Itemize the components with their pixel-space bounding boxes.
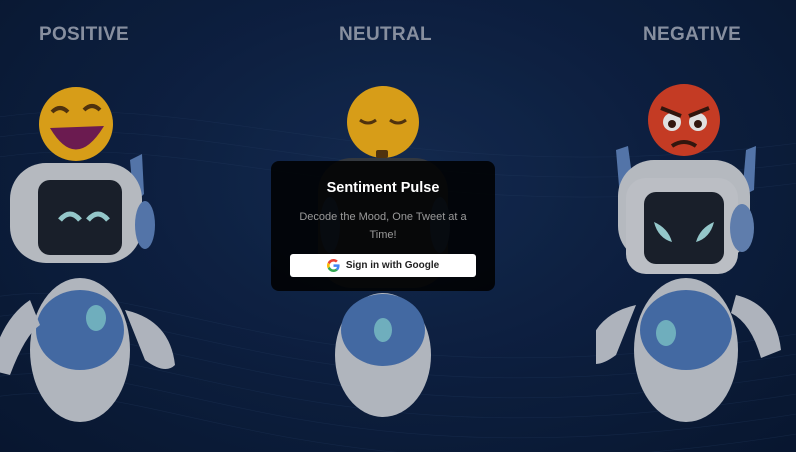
google-signin-button[interactable]: Sign in with Google [290, 254, 476, 277]
login-modal: Sentiment Pulse Decode the Mood, One Twe… [271, 161, 495, 291]
app-title: Sentiment Pulse [326, 180, 440, 196]
google-icon [326, 259, 340, 272]
google-signin-label: Sign in with Google [345, 260, 440, 271]
app-tagline: Decode the Mood, One Tweet at a Time! [299, 211, 467, 241]
